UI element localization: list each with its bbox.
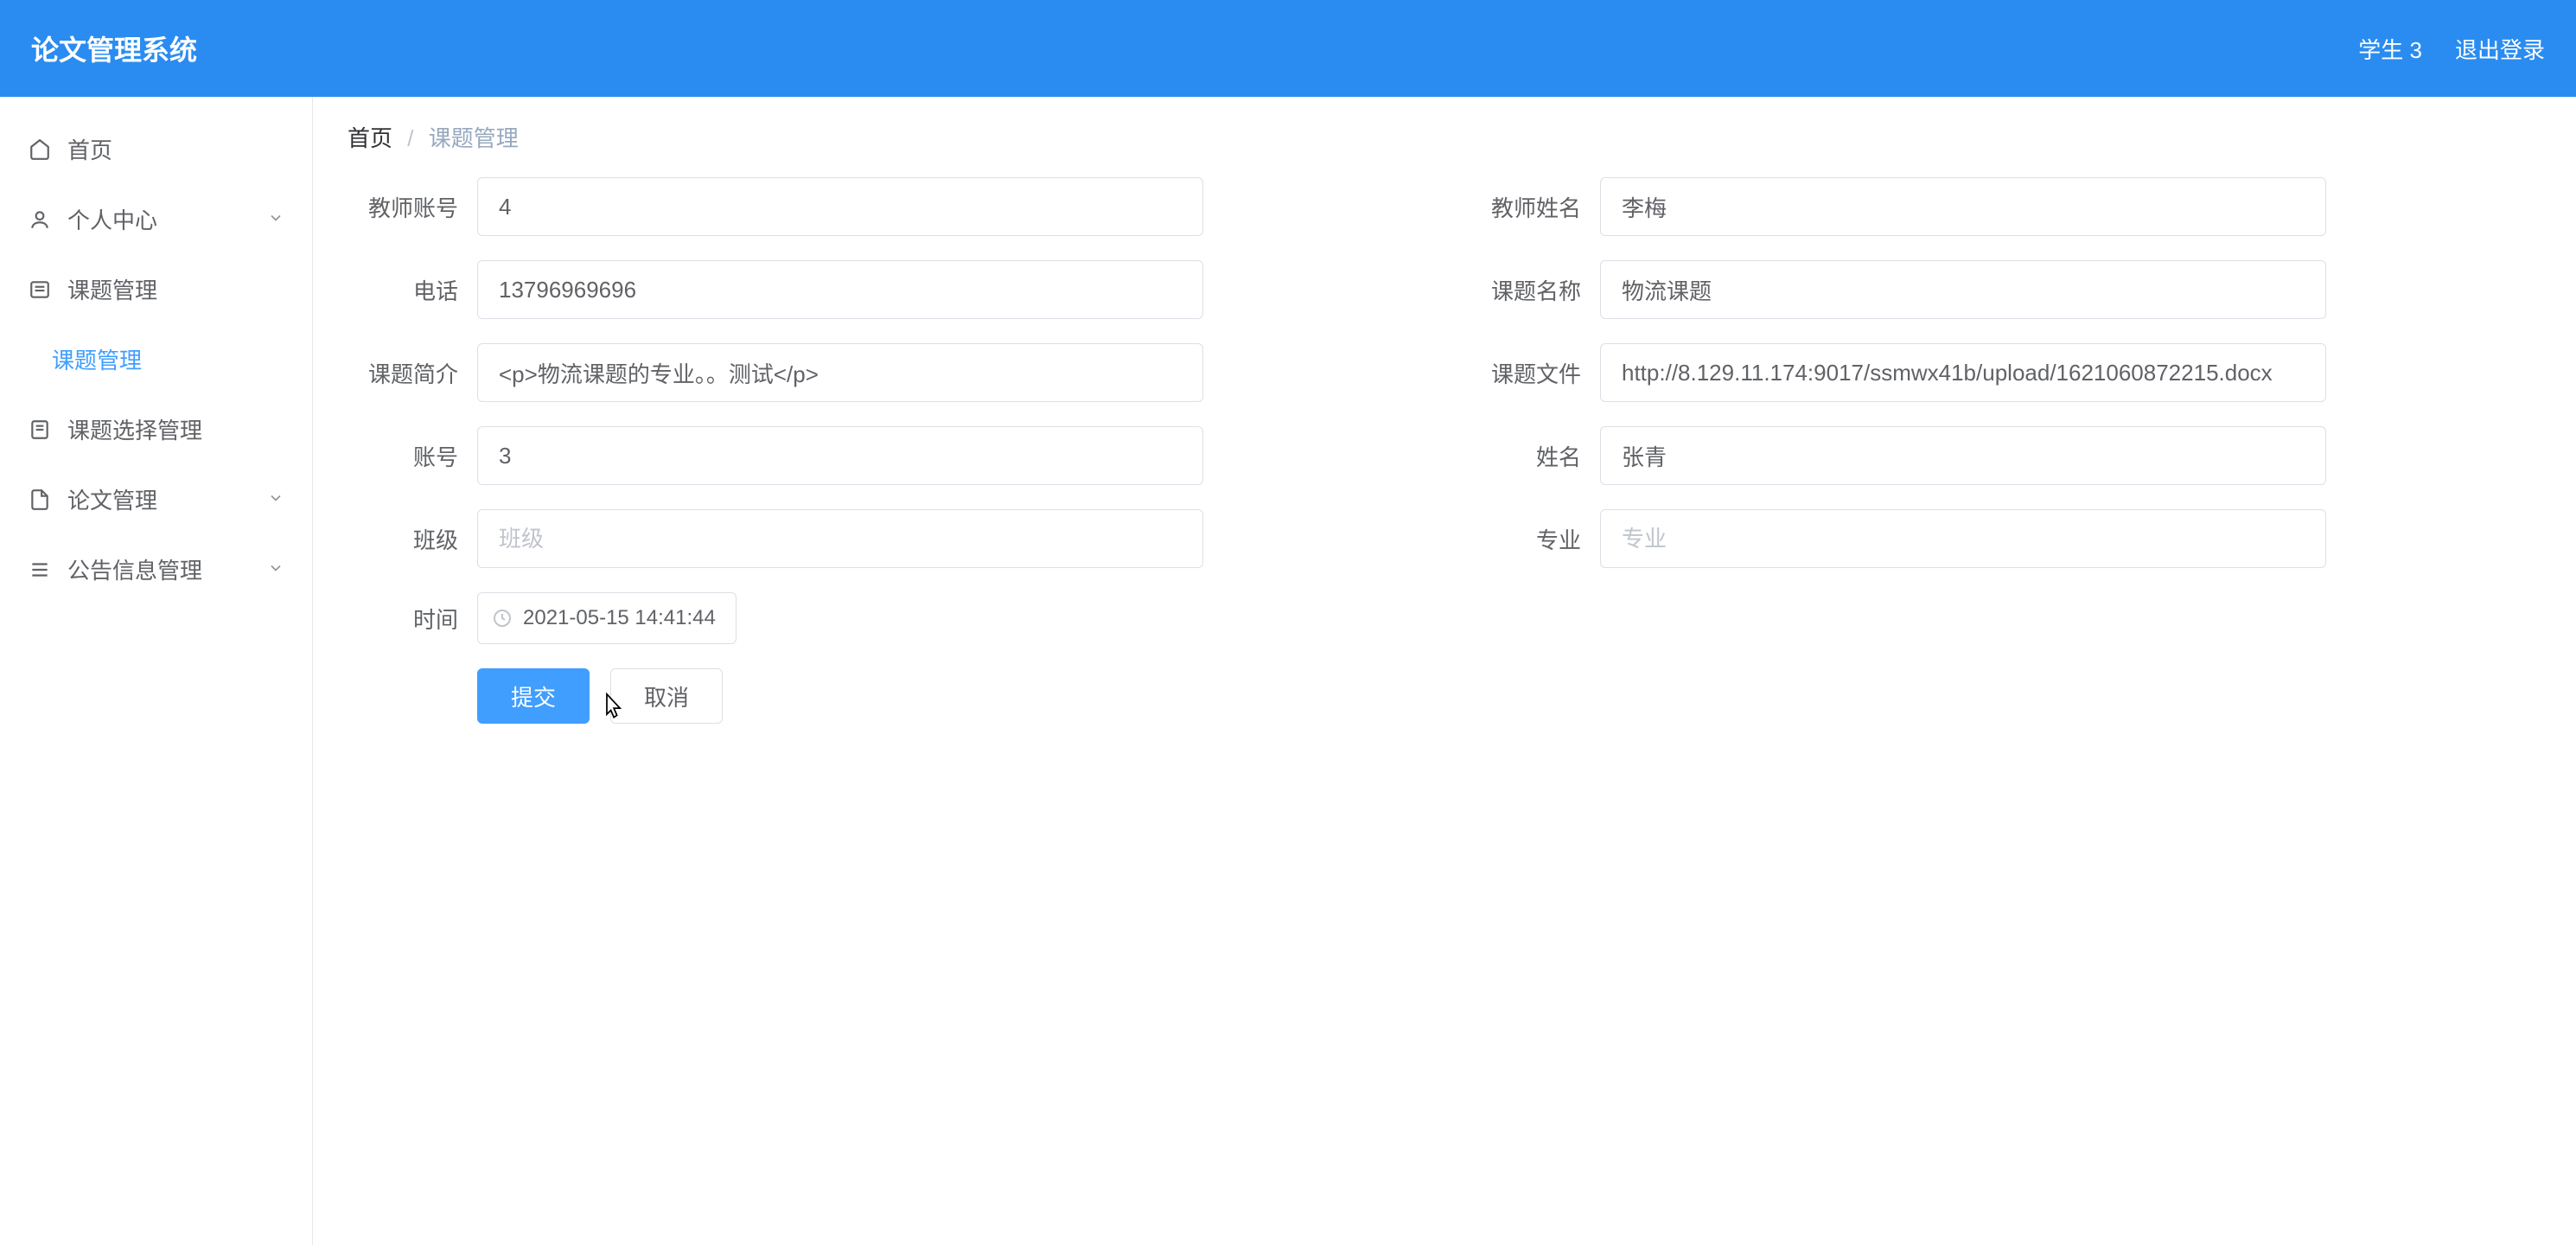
sidebar-item-label: 课题选择管理 <box>67 413 202 445</box>
list-icon <box>28 278 52 301</box>
major-label: 专业 <box>1470 523 1600 555</box>
sidebar-item-label: 论文管理 <box>67 483 157 515</box>
doc-icon <box>28 488 52 511</box>
home-icon <box>28 138 52 161</box>
time-value: 2021-05-15 14:41:44 <box>523 606 716 630</box>
sidebar: 首页 个人中心 课题管理 课题管理 课题选择管理 论文管理 公告信息管理 <box>0 97 313 1245</box>
breadcrumb-root[interactable]: 首页 <box>348 125 392 151</box>
main-content: 首页 / 课题管理 教师账号 教师姓名 电话 <box>313 97 2576 1245</box>
header-right: 学生 3 退出登录 <box>2358 33 2545 65</box>
logout-link[interactable]: 退出登录 <box>2455 33 2545 65</box>
form-container: 教师账号 教师姓名 电话 课题名称 <box>313 177 2576 724</box>
cancel-button[interactable]: 取消 <box>610 668 723 724</box>
submit-button[interactable]: 提交 <box>477 668 590 724</box>
app-title: 论文管理系统 <box>31 29 197 68</box>
user-label[interactable]: 学生 3 <box>2358 33 2422 65</box>
topic-intro-label: 课题简介 <box>348 357 477 389</box>
form-icon <box>28 418 52 441</box>
chevron-down-icon <box>267 206 284 233</box>
sidebar-item-label: 个人中心 <box>67 203 157 235</box>
topic-name-label: 课题名称 <box>1470 274 1600 306</box>
sidebar-item-topic-select[interactable]: 课题选择管理 <box>0 394 312 464</box>
topic-file-label: 课题文件 <box>1470 357 1600 389</box>
name-input[interactable] <box>1600 426 2326 485</box>
teacher-account-input[interactable] <box>477 177 1203 236</box>
teacher-name-input[interactable] <box>1600 177 2326 236</box>
breadcrumb-current: 课题管理 <box>429 125 519 151</box>
chevron-down-icon <box>267 556 284 583</box>
phone-input[interactable] <box>477 260 1203 319</box>
chevron-down-icon <box>267 486 284 513</box>
sidebar-subitem-label: 课题管理 <box>52 343 142 375</box>
class-input[interactable] <box>477 509 1203 568</box>
teacher-account-label: 教师账号 <box>348 191 477 223</box>
topic-name-input[interactable] <box>1600 260 2326 319</box>
phone-label: 电话 <box>348 274 477 306</box>
time-label: 时间 <box>348 603 477 635</box>
account-input[interactable] <box>477 426 1203 485</box>
sidebar-item-profile[interactable]: 个人中心 <box>0 184 312 254</box>
breadcrumb: 首页 / 课题管理 <box>313 97 2576 177</box>
sidebar-item-topic-manage[interactable]: 课题管理 <box>0 254 312 324</box>
user-icon <box>28 208 52 231</box>
time-input[interactable]: 2021-05-15 14:41:44 <box>477 592 736 644</box>
sidebar-item-home[interactable]: 首页 <box>0 114 312 184</box>
sidebar-item-notice-manage[interactable]: 公告信息管理 <box>0 534 312 604</box>
clock-icon <box>492 608 513 629</box>
teacher-name-label: 教师姓名 <box>1470 191 1600 223</box>
breadcrumb-separator: / <box>407 125 413 151</box>
class-label: 班级 <box>348 523 477 555</box>
sidebar-item-label: 公告信息管理 <box>67 553 202 585</box>
topic-file-input[interactable] <box>1600 343 2326 402</box>
header-bar: 论文管理系统 学生 3 退出登录 <box>0 0 2576 97</box>
sidebar-item-label: 课题管理 <box>67 273 157 305</box>
major-input[interactable] <box>1600 509 2326 568</box>
topic-intro-input[interactable] <box>477 343 1203 402</box>
name-label: 姓名 <box>1470 440 1600 472</box>
sidebar-item-paper-manage[interactable]: 论文管理 <box>0 464 312 534</box>
sidebar-subitem-topic-manage[interactable]: 课题管理 <box>0 324 312 394</box>
sidebar-item-label: 首页 <box>67 133 112 165</box>
menu-icon <box>28 559 52 581</box>
account-label: 账号 <box>348 440 477 472</box>
